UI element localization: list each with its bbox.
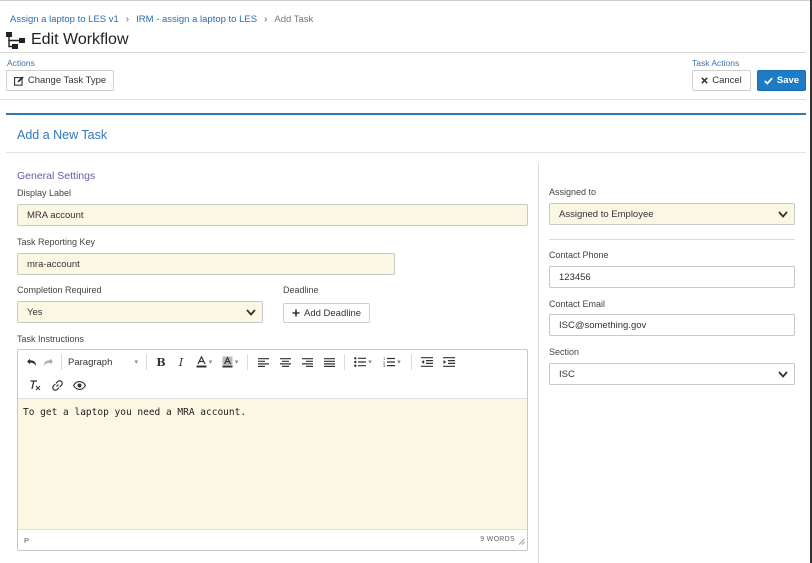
cancel-label: Cancel (712, 75, 742, 86)
close-icon (701, 77, 708, 84)
word-count: 9 WORDS (480, 536, 515, 543)
display-label-value: MRA account (27, 209, 84, 221)
bullet-list-icon[interactable]: ▾ (349, 353, 377, 371)
chevron-down-icon (246, 308, 256, 319)
align-right-icon[interactable] (296, 353, 318, 371)
breadcrumb-separator: › (125, 13, 130, 25)
actions-label: Actions (7, 58, 35, 68)
assignment-divider (549, 239, 795, 240)
undo-icon[interactable] (23, 353, 39, 371)
breadcrumb-separator: › (264, 13, 268, 25)
align-left-icon[interactable] (252, 353, 274, 371)
general-settings-title: General Settings (17, 170, 96, 182)
editor-statusbar: P 9 WORDS (18, 532, 527, 550)
italic-icon[interactable]: I (171, 353, 191, 371)
paragraph-format-value: Paragraph (68, 356, 113, 368)
header-divider (0, 52, 806, 53)
editor-toolbar-row-2 (18, 374, 527, 396)
contact-email-value: ISC@something.gov (559, 319, 647, 331)
display-label-input[interactable]: MRA account (17, 204, 528, 226)
resize-handle-icon[interactable] (518, 537, 525, 548)
page-title: Edit Workflow (6, 29, 129, 51)
section-value: ISC (559, 368, 575, 380)
chevron-down-icon (778, 370, 788, 381)
align-justify-icon[interactable] (318, 353, 340, 371)
assigned-to-value: Assigned to Employee (559, 208, 654, 220)
breadcrumb-current: Add Task (274, 13, 314, 25)
contact-phone-value: 123456 (559, 271, 591, 283)
completion-required-value: Yes (27, 306, 43, 318)
page-title-text: Edit Workflow (31, 31, 129, 48)
breadcrumb-link-task[interactable]: IRM - assign a laptop to LES (136, 14, 257, 25)
task-instructions-text: To get a laptop you need a MRA account. (23, 407, 247, 418)
card-title: Add a New Task (17, 128, 108, 142)
card-header-divider (6, 152, 806, 153)
breadcrumb-link-workflow[interactable]: Assign a laptop to LES v1 (10, 14, 119, 25)
align-center-icon[interactable] (274, 353, 296, 371)
toolbar-separator (146, 354, 147, 370)
element-path[interactable]: P (24, 536, 29, 545)
assigned-to-select[interactable]: Assigned to Employee (549, 203, 795, 225)
redo-icon[interactable] (39, 353, 57, 371)
bold-icon[interactable]: B (151, 353, 171, 371)
plus-icon (292, 309, 300, 317)
toolbar-separator (247, 354, 248, 370)
contact-email-input[interactable]: ISC@something.gov (549, 314, 795, 336)
background-color-icon[interactable]: ▾ (217, 353, 243, 371)
section-label: Section (549, 347, 580, 357)
top-border (0, 0, 812, 1)
editor-content-area[interactable]: To get a laptop you need a MRA account. (18, 398, 527, 530)
workflow-icon (6, 31, 25, 49)
task-actions-label: Task Actions (692, 58, 740, 68)
deadline-label: Deadline (283, 285, 319, 295)
column-divider (538, 163, 539, 563)
toolbar-separator (411, 354, 412, 370)
save-label: Save (776, 75, 800, 86)
save-button[interactable]: Save (757, 70, 806, 91)
breadcrumb: Assign a laptop to LES v1 › IRM - assign… (10, 13, 313, 25)
preview-eye-icon[interactable] (68, 376, 90, 394)
svg-text:3: 3 (383, 364, 385, 367)
chevron-down-icon: ▾ (134, 359, 138, 366)
reporting-key-input[interactable]: mra-account (17, 253, 395, 275)
add-deadline-label: Add Deadline (304, 307, 362, 319)
link-icon[interactable] (46, 376, 68, 394)
outdent-icon[interactable] (416, 353, 438, 371)
contact-phone-label: Contact Phone (549, 250, 609, 260)
task-instructions-label: Task Instructions (17, 334, 85, 344)
check-icon (764, 77, 773, 85)
add-deadline-button[interactable]: Add Deadline (283, 303, 371, 323)
add-task-card: Add a New Task General Settings Display … (6, 113, 806, 563)
section-select[interactable]: ISC (549, 363, 795, 385)
paragraph-format-select[interactable]: Paragraph ▾ (66, 353, 142, 371)
contact-phone-input[interactable]: 123456 (549, 266, 795, 288)
header-bottom-band (0, 99, 806, 113)
text-color-icon[interactable]: ▾ (191, 353, 217, 371)
change-task-type-button[interactable]: Change Task Type (6, 70, 114, 91)
contact-email-label: Contact Email (549, 299, 606, 309)
cancel-button[interactable]: Cancel (692, 70, 751, 91)
reporting-key-value: mra-account (27, 258, 80, 270)
clear-formatting-icon[interactable] (24, 376, 46, 394)
editor-toolbar-row-1: Paragraph ▾ B I ▾ ▾ ▾ 1 2 3 ▾ (18, 351, 527, 373)
edit-icon (13, 75, 24, 86)
completion-required-label: Completion Required (17, 285, 102, 295)
rich-text-editor: Paragraph ▾ B I ▾ ▾ ▾ 1 2 3 ▾ To get a l… (17, 349, 528, 551)
change-task-type-label: Change Task Type (27, 75, 107, 86)
toolbar-separator (344, 354, 345, 370)
numbered-list-icon[interactable]: 123 ▾ (377, 353, 407, 371)
toolbar-separator (61, 354, 62, 370)
display-label-label: Display Label (17, 188, 72, 198)
indent-icon[interactable] (438, 353, 460, 371)
assigned-to-label: Assigned to (549, 187, 597, 197)
chevron-down-icon (778, 210, 788, 221)
completion-required-select[interactable]: Yes (17, 301, 263, 323)
reporting-key-label: Task Reporting Key (17, 237, 96, 247)
